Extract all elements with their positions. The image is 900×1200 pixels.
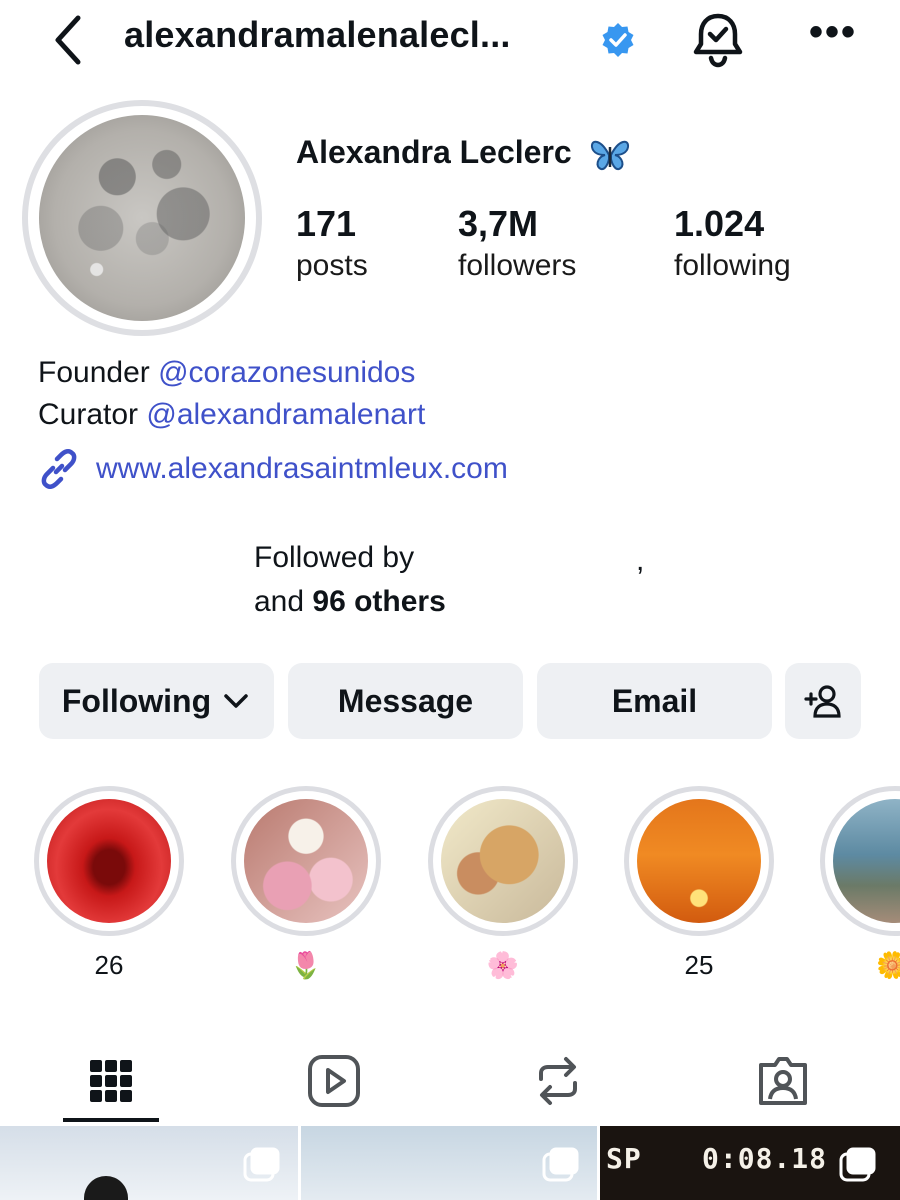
mention-link-corazonesunidos[interactable]: @corazonesunidos xyxy=(158,356,415,389)
followed-by-and: and xyxy=(254,585,313,618)
reels-icon xyxy=(308,1055,360,1107)
highlight-ring xyxy=(34,786,184,936)
post-figure xyxy=(84,1176,128,1200)
bio-line-2-text: Curator xyxy=(38,398,147,431)
highlight-cover-image xyxy=(637,799,761,923)
following-button[interactable]: Following xyxy=(39,663,274,739)
email-button[interactable]: Email xyxy=(537,663,772,739)
avatar-ring[interactable] xyxy=(22,100,262,336)
butterfly-icon xyxy=(590,140,629,170)
posts-count: 171 xyxy=(296,203,357,244)
followed-by-comma: , xyxy=(636,544,645,577)
add-person-icon xyxy=(804,685,841,718)
display-name-text: Alexandra Leclerc xyxy=(296,134,572,170)
video-overlay-sp: SP xyxy=(606,1142,642,1175)
posts-stat[interactable]: 171 posts xyxy=(296,204,368,288)
following-count: 1.024 xyxy=(674,203,765,244)
profile-tabs xyxy=(0,1040,900,1124)
mention-link-alexandramalenart[interactable]: @alexandramalenart xyxy=(146,398,425,431)
followed-by-line-1: Followed by xyxy=(254,541,415,574)
chevron-down-icon xyxy=(224,694,248,708)
post-thumbnail[interactable]: SP 0:08.18 xyxy=(600,1126,900,1200)
highlight-cover-image xyxy=(441,799,565,923)
multiple-posts-icon xyxy=(839,1147,876,1182)
highlight-label: 🌼 xyxy=(876,950,900,980)
avatar xyxy=(39,115,245,321)
display-name: Alexandra Leclerc xyxy=(296,134,631,173)
repost-icon xyxy=(539,1057,577,1105)
multiple-posts-icon xyxy=(243,1147,280,1182)
suggested-users-button[interactable] xyxy=(785,663,861,739)
profile-username: alexandramalenalecl... xyxy=(124,14,511,55)
story-highlight[interactable]: 25 xyxy=(624,786,774,981)
highlight-cover-image xyxy=(47,799,171,923)
tab-posts-grid[interactable] xyxy=(63,1040,159,1122)
bio-line-2: Curator @alexandramalenart xyxy=(38,394,425,436)
highlight-ring xyxy=(428,786,578,936)
tab-tagged[interactable] xyxy=(735,1040,831,1122)
website-link[interactable]: www.alexandrasaintmleux.com xyxy=(38,448,508,490)
highlight-label: 25 xyxy=(684,950,714,980)
highlight-ring xyxy=(624,786,774,936)
story-highlight[interactable]: 🌼 xyxy=(820,786,900,981)
story-highlight[interactable]: 🌸 xyxy=(428,786,578,981)
verified-badge-icon xyxy=(602,23,634,57)
story-highlight[interactable]: 🌷 xyxy=(231,786,381,981)
followed-by-line-2: and 96 others xyxy=(254,580,446,624)
multiple-posts-icon xyxy=(542,1147,579,1182)
more-options-button[interactable]: ••• xyxy=(808,12,858,58)
followers-count: 3,7M xyxy=(458,203,539,244)
chevron-left-icon xyxy=(55,15,81,65)
bio-line-1-text: Founder xyxy=(38,356,159,389)
video-overlay-timecode: 0:08.18 xyxy=(702,1142,828,1175)
following-label: following xyxy=(674,249,791,282)
active-tab-indicator xyxy=(63,1118,159,1122)
followers-stat[interactable]: 3,7M followers xyxy=(458,204,576,288)
tagged-icon xyxy=(759,1057,807,1105)
email-button-label: Email xyxy=(611,682,698,719)
bio: Founder @corazonesunidos Curator @alexan… xyxy=(38,352,425,436)
following-stat[interactable]: 1.024 following xyxy=(674,204,791,288)
top-bar: alexandramalenalecl... ••• xyxy=(0,0,900,84)
post-thumbnail[interactable] xyxy=(301,1126,597,1200)
highlight-cover-image xyxy=(244,799,368,923)
grid-icon xyxy=(90,1060,132,1102)
story-highlight[interactable]: 26 xyxy=(34,786,184,981)
notifications-button[interactable] xyxy=(690,10,746,70)
highlight-ring xyxy=(231,786,381,936)
post-thumbnail[interactable] xyxy=(0,1126,298,1200)
highlight-ring xyxy=(820,786,900,936)
following-button-label: Following xyxy=(61,682,212,719)
highlight-label: 🌷 xyxy=(289,950,323,980)
message-button[interactable]: Message xyxy=(288,663,523,739)
posts-label: posts xyxy=(296,249,368,282)
tab-reposts[interactable] xyxy=(510,1040,606,1122)
bio-line-1: Founder @corazonesunidos xyxy=(38,352,425,394)
highlight-cover-image xyxy=(833,799,900,923)
followed-by-others: 96 others xyxy=(312,585,446,618)
bell-check-icon xyxy=(693,13,743,68)
back-button[interactable] xyxy=(44,12,92,68)
link-icon xyxy=(41,449,77,489)
highlight-label: 26 xyxy=(94,950,124,980)
message-button-label: Message xyxy=(337,682,474,719)
highlight-label: 🌸 xyxy=(486,950,520,980)
website-url: www.alexandrasaintmleux.com xyxy=(96,452,508,485)
followed-by[interactable]: Followed by and 96 others xyxy=(254,536,446,624)
tab-reels[interactable] xyxy=(286,1040,382,1122)
followers-label: followers xyxy=(458,249,577,282)
